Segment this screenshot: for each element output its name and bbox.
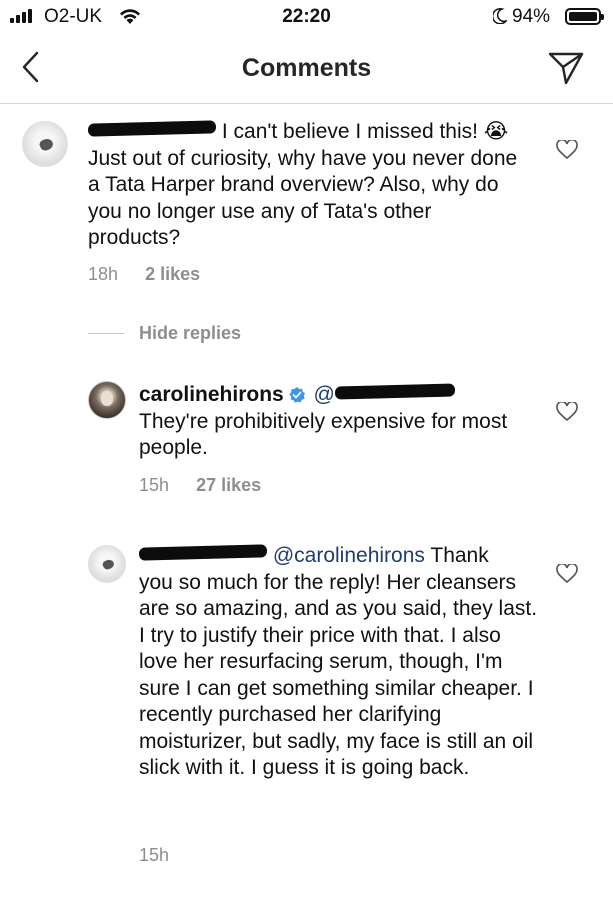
- reply-text-start: Thank: [430, 544, 489, 567]
- page-title: Comments: [241, 54, 372, 82]
- reply-mention[interactable]: @carolinehirons: [273, 544, 425, 567]
- reply-meta: 15h: [139, 845, 191, 866]
- reply-text: They're prohibitively expensive for most…: [139, 409, 508, 460]
- reply-mention[interactable]: @: [314, 383, 456, 406]
- redacted-username[interactable]: [138, 544, 268, 561]
- comment-meta: 18h 2 likes: [88, 264, 222, 285]
- heart-icon: [556, 138, 578, 160]
- battery-icon: [565, 8, 604, 25]
- heart-icon: [556, 400, 578, 422]
- paper-plane-icon: [548, 52, 584, 85]
- battery-percent: 94%: [512, 6, 551, 27]
- reply-username[interactable]: carolinehirons: [139, 383, 284, 406]
- like-button[interactable]: [556, 138, 578, 165]
- avatar[interactable]: [88, 545, 126, 583]
- status-bar: O2-UK 22:20 94%: [0, 0, 613, 34]
- likes-count[interactable]: 2 likes: [145, 264, 200, 284]
- avatar[interactable]: [22, 121, 68, 167]
- header-divider: [0, 103, 613, 104]
- reply-time: 15h: [139, 845, 170, 865]
- heart-icon: [556, 562, 578, 584]
- like-button[interactable]: [556, 562, 578, 589]
- reply-body: @carolinehirons Thank you so much for th…: [138, 543, 539, 782]
- reply-body: carolinehirons @ They're prohibitively e…: [139, 382, 529, 462]
- comment-text: I can't believe I missed this! 😭 Just ou…: [88, 120, 518, 249]
- share-button[interactable]: [547, 50, 585, 91]
- avatar[interactable]: [88, 381, 126, 419]
- redacted-username[interactable]: [87, 120, 217, 137]
- like-button[interactable]: [556, 400, 578, 427]
- reply-time: 15h: [139, 475, 170, 495]
- reply-text: you so much for the reply! Her cleansers…: [139, 570, 538, 780]
- reply-meta: 15h 27 likes: [139, 475, 283, 496]
- moon-icon: [491, 8, 509, 29]
- verified-badge-icon: [288, 387, 305, 403]
- hide-replies-button[interactable]: Hide replies: [139, 323, 241, 344]
- redacted-mention: [334, 383, 456, 400]
- replies-divider: [88, 333, 124, 334]
- comment-time: 18h: [88, 264, 119, 284]
- comment-body: I can't believe I missed this! 😭 Just ou…: [87, 119, 528, 252]
- likes-count[interactable]: 27 likes: [196, 475, 261, 495]
